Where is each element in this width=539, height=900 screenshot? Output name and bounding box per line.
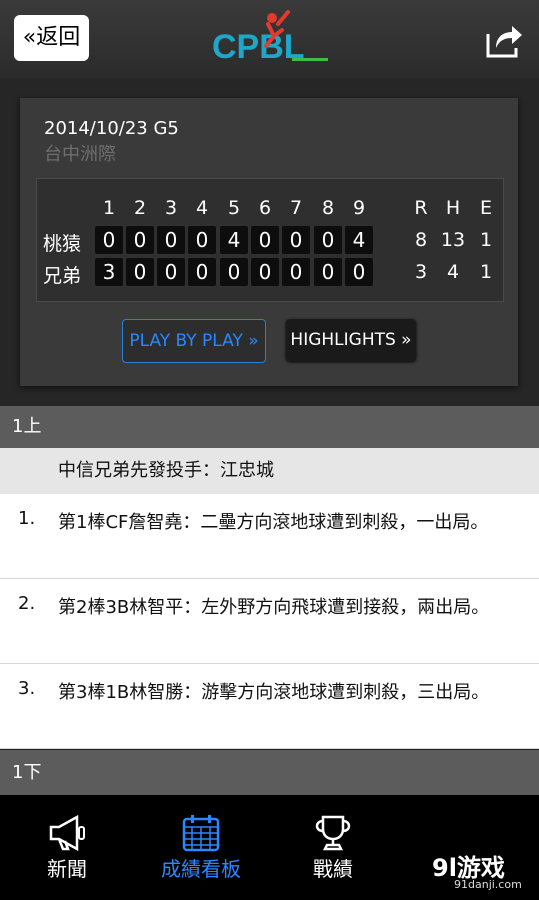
away-team-name: 桃猿	[43, 233, 82, 255]
inning-header: 4	[195, 197, 209, 219]
nav-label: 戰績	[313, 857, 353, 881]
play-number: 2.	[18, 593, 36, 614]
nav-label: 成績看板	[161, 857, 241, 881]
errors-header: E	[479, 197, 492, 219]
inning-header: 8	[321, 197, 335, 219]
nav-item-scoreboard[interactable]: 成績看板	[136, 795, 266, 900]
list-item: 3. 第3棒1B林智勝：游擊方向滾地球遭到刺殺，三出局。	[0, 664, 539, 749]
score-cell: 0	[220, 258, 248, 286]
score-cell: 0	[157, 258, 185, 286]
score-cell: 0	[282, 226, 310, 254]
inning-header-top-1: 1上	[0, 406, 539, 448]
trophy-icon	[315, 815, 351, 851]
inning-header: 2	[133, 197, 147, 219]
away-hits: 13	[440, 229, 466, 251]
play-by-play-button[interactable]: PLAY BY PLAY »	[122, 319, 266, 363]
back-button[interactable]: «返回	[14, 15, 89, 61]
linescore-board: 1 2 3 4 5 6 7 8 9 R H E 桃猿 0 0 0 0 4 0 0…	[36, 178, 504, 302]
home-hits: 4	[446, 261, 460, 283]
play-text: 第2棒3B林智平：左外野方向飛球遭到接殺，兩出局。	[58, 597, 490, 618]
score-cell: 0	[314, 258, 342, 286]
score-cell: 0	[314, 226, 342, 254]
play-text: 第3棒1B林智勝：游擊方向滾地球遭到刺殺，三出局。	[58, 682, 490, 703]
score-cell: 0	[126, 258, 154, 286]
nav-item-standings[interactable]: 戰績	[268, 795, 398, 900]
inning-header: 3	[164, 197, 178, 219]
inning-header: 9	[352, 197, 366, 219]
starting-pitcher-note: 中信兄弟先發投手：江忠城	[0, 448, 539, 494]
game-venue: 台中洲際	[44, 144, 116, 165]
pitcher-note-text: 中信兄弟先發投手：江忠城	[58, 460, 274, 481]
play-number: 1.	[18, 508, 36, 529]
away-runs: 8	[414, 229, 428, 251]
list-item: 1. 第1棒CF詹智堯：二壘方向滾地球遭到刺殺，一出局。	[0, 494, 539, 579]
score-cell: 3	[95, 258, 123, 286]
top-header: «返回 CPBL	[0, 0, 539, 78]
scoreboard-card: 2014/10/23 G5 台中洲際 1 2 3 4 5 6 7 8 9 R H…	[20, 98, 518, 386]
score-cell: 0	[282, 258, 310, 286]
play-text: 第1棒CF詹智堯：二壘方向滾地球遭到刺殺，一出局。	[58, 512, 489, 533]
nav-item-news[interactable]: 新聞	[2, 795, 132, 900]
score-cell: 4	[345, 226, 373, 254]
runs-header: R	[414, 197, 428, 219]
calendar-icon	[182, 815, 220, 852]
score-cell: 0	[95, 226, 123, 254]
inning-header-bottom-1: 1下	[0, 750, 539, 795]
watermark-sub: 91danji.com	[454, 878, 522, 891]
hits-header: H	[445, 197, 461, 219]
score-cell: 0	[188, 258, 216, 286]
share-icon[interactable]	[484, 20, 524, 60]
score-cell: 0	[251, 226, 279, 254]
score-cell: 0	[188, 226, 216, 254]
home-team-name: 兄弟	[43, 265, 82, 287]
score-cell: 0	[126, 226, 154, 254]
cpbl-logo: CPBL	[212, 10, 328, 66]
highlights-button[interactable]: HIGHLIGHTS »	[286, 319, 416, 361]
scoreboard-area: 2014/10/23 G5 台中洲際 1 2 3 4 5 6 7 8 9 R H…	[0, 78, 539, 406]
inning-header: 1	[102, 197, 116, 219]
score-cell: 4	[220, 226, 248, 254]
score-cell: 0	[157, 226, 185, 254]
inning-header: 7	[289, 197, 303, 219]
watermark: 9l游戏 91danji.com	[432, 848, 532, 896]
list-item: 2. 第2棒3B林智平：左外野方向飛球遭到接殺，兩出局。	[0, 579, 539, 664]
megaphone-icon	[49, 814, 85, 852]
inning-header: 5	[227, 197, 241, 219]
score-cell: 0	[251, 258, 279, 286]
game-date: 2014/10/23 G5	[44, 118, 179, 139]
home-runs: 3	[414, 261, 428, 283]
play-number: 3.	[18, 678, 36, 699]
score-cell: 0	[345, 258, 373, 286]
home-errors: 1	[479, 261, 493, 283]
svg-text:CPBL: CPBL	[212, 28, 305, 66]
away-errors: 1	[479, 229, 493, 251]
nav-label: 新聞	[47, 857, 87, 881]
inning-header: 6	[258, 197, 272, 219]
